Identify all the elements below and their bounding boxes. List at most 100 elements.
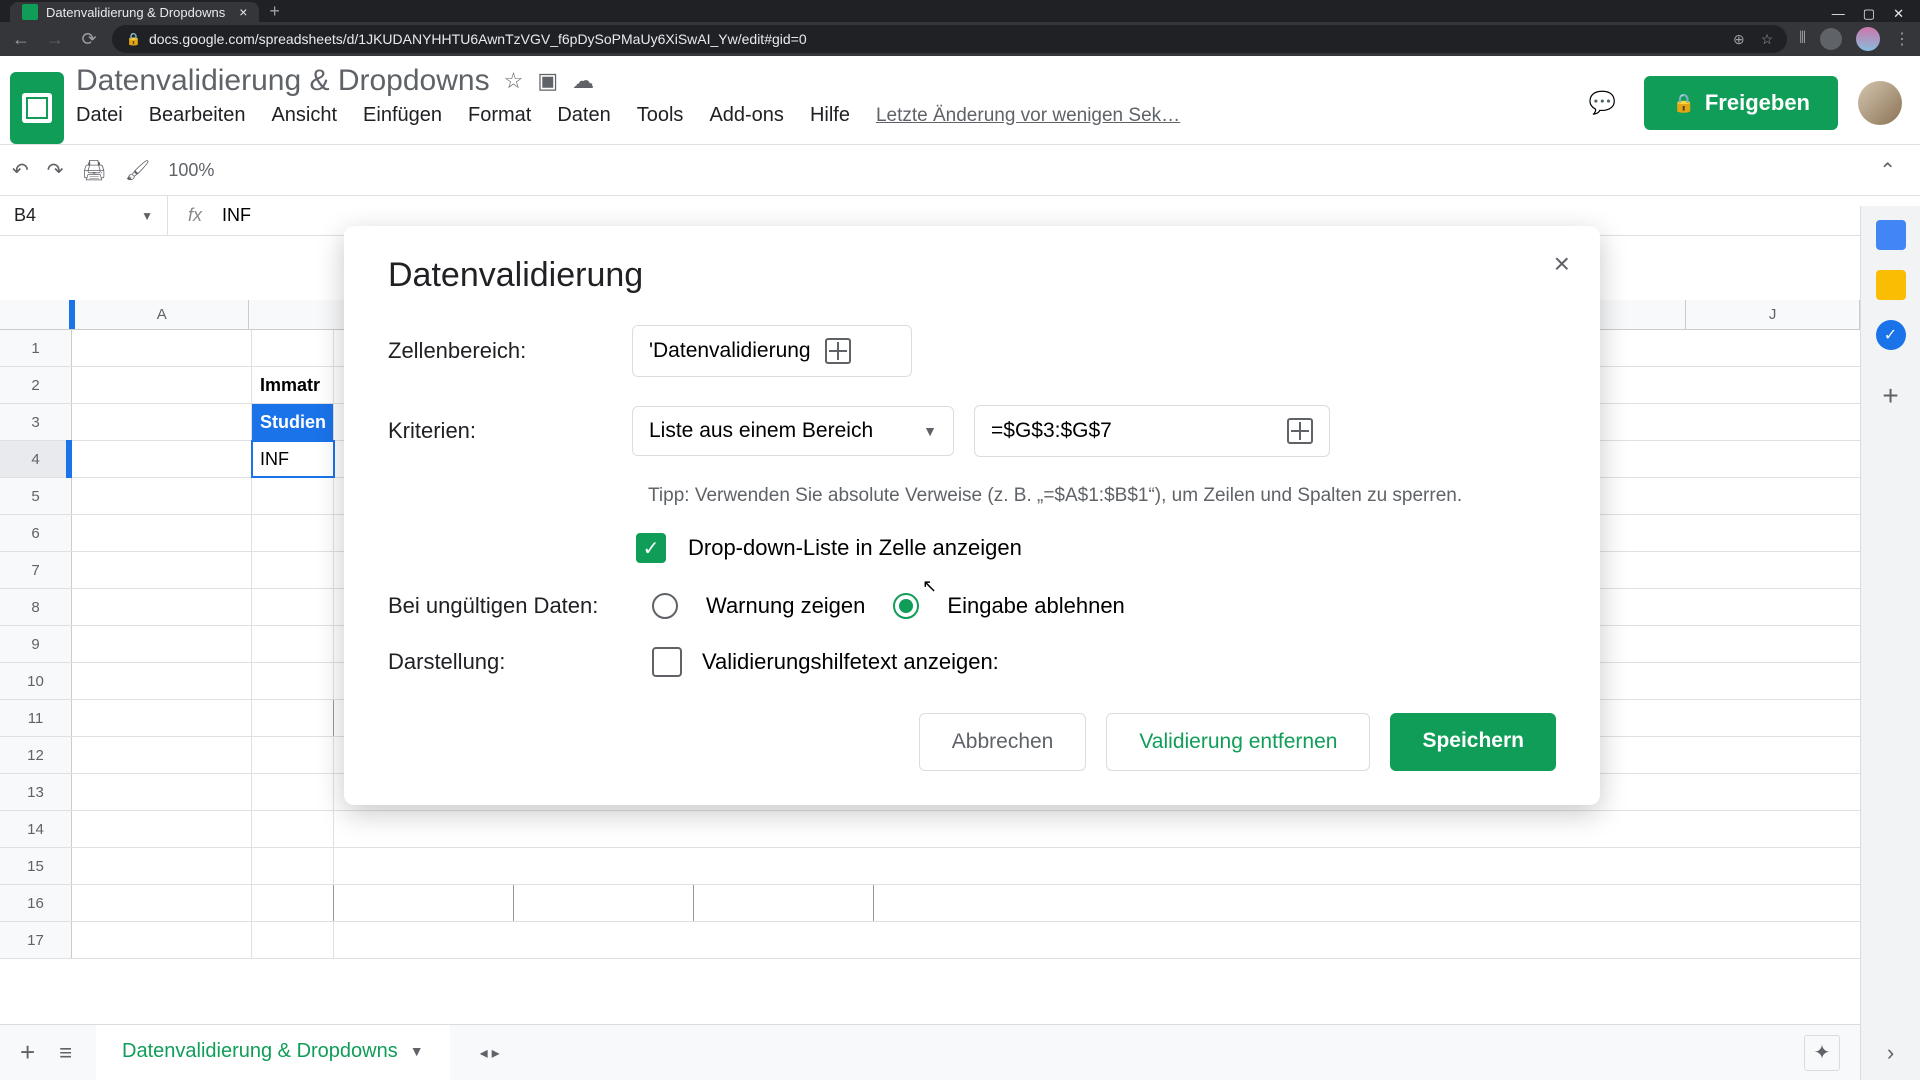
calendar-icon[interactable]: [1876, 220, 1906, 250]
row-header[interactable]: 9: [0, 626, 72, 662]
redo-icon[interactable]: ↷: [47, 158, 64, 183]
row-header[interactable]: 12: [0, 737, 72, 773]
cell[interactable]: [252, 737, 334, 773]
tasks-icon[interactable]: [1876, 320, 1906, 350]
cell[interactable]: [72, 626, 252, 662]
cell[interactable]: [252, 330, 334, 366]
profile-avatar-small[interactable]: [1856, 27, 1880, 51]
cell[interactable]: [252, 478, 334, 514]
cell[interactable]: [72, 737, 252, 773]
cell-range-input[interactable]: 'Datenvalidierung: [632, 325, 912, 377]
sheets-logo[interactable]: [10, 72, 64, 144]
move-icon[interactable]: ▣: [537, 68, 558, 94]
cell-b4[interactable]: INF: [252, 441, 334, 477]
cell[interactable]: [334, 885, 514, 921]
radio-show-warning[interactable]: [652, 593, 678, 619]
reload-button[interactable]: ⟳: [78, 29, 100, 50]
undo-icon[interactable]: ↶: [12, 158, 29, 183]
row-header[interactable]: 5: [0, 478, 72, 514]
cell[interactable]: [72, 700, 252, 736]
cell[interactable]: [72, 811, 252, 847]
cell[interactable]: [252, 811, 334, 847]
row-header[interactable]: 1: [0, 330, 72, 366]
toolbar-expand-icon[interactable]: ⌃: [1879, 158, 1896, 183]
cell[interactable]: [252, 885, 334, 921]
row-header[interactable]: 7: [0, 552, 72, 588]
cell-b3[interactable]: Studien: [252, 404, 334, 440]
criteria-type-select[interactable]: Liste aus einem Bereich ▼: [632, 406, 954, 456]
all-sheets-button[interactable]: ≡: [59, 1040, 72, 1066]
zoom-select[interactable]: 100%: [168, 160, 214, 181]
cell[interactable]: [252, 700, 334, 736]
tab-scroll-right-icon[interactable]: ▸: [492, 1043, 500, 1063]
cell[interactable]: [252, 589, 334, 625]
star-icon[interactable]: ☆: [504, 68, 524, 94]
row-header[interactable]: 15: [0, 848, 72, 884]
column-header-j[interactable]: J: [1686, 300, 1860, 329]
cell[interactable]: [694, 885, 874, 921]
column-header-a[interactable]: A: [75, 300, 249, 329]
paint-format-icon[interactable]: 🖌: [125, 158, 150, 183]
save-button[interactable]: Speichern: [1390, 713, 1556, 771]
range-picker-icon[interactable]: [1287, 418, 1313, 444]
row-header[interactable]: 10: [0, 663, 72, 699]
range-picker-icon[interactable]: [825, 338, 851, 364]
cell[interactable]: [72, 441, 252, 477]
cell[interactable]: [252, 922, 334, 958]
cell[interactable]: [72, 367, 252, 403]
radio-reject-input[interactable]: [893, 593, 919, 619]
window-minimize-icon[interactable]: —: [1832, 6, 1845, 22]
cell[interactable]: [72, 404, 252, 440]
cell[interactable]: [72, 589, 252, 625]
show-dropdown-checkbox[interactable]: ✓: [636, 533, 666, 563]
explore-button[interactable]: ✦: [1804, 1035, 1840, 1071]
menu-file[interactable]: Datei: [76, 104, 123, 127]
new-tab-button[interactable]: +: [259, 1, 290, 22]
cell[interactable]: [252, 552, 334, 588]
menu-help[interactable]: Hilfe: [810, 104, 850, 127]
chevron-down-icon[interactable]: ▼: [410, 1043, 424, 1059]
cell[interactable]: [72, 515, 252, 551]
cell[interactable]: [72, 478, 252, 514]
cell-b2[interactable]: Immatr: [252, 367, 334, 403]
extensions-icon[interactable]: ⫴: [1799, 30, 1806, 48]
forward-button[interactable]: →: [44, 29, 66, 50]
row-header[interactable]: 13: [0, 774, 72, 810]
remove-validation-button[interactable]: Validierung entfernen: [1106, 713, 1370, 771]
formula-value[interactable]: INF: [222, 205, 251, 226]
cell[interactable]: [514, 885, 694, 921]
back-button[interactable]: ←: [10, 29, 32, 50]
menu-edit[interactable]: Bearbeiten: [149, 104, 246, 127]
menu-view[interactable]: Ansicht: [271, 104, 337, 127]
row-header[interactable]: 3: [0, 404, 72, 440]
menu-insert[interactable]: Einfügen: [363, 104, 442, 127]
row-header[interactable]: 4: [0, 441, 72, 477]
collapse-sidepanel-icon[interactable]: ›: [1887, 1040, 1894, 1066]
cell[interactable]: [72, 922, 252, 958]
print-icon[interactable]: 🖨: [82, 158, 107, 183]
zoom-icon[interactable]: ⊕: [1733, 31, 1745, 48]
last-edit-link[interactable]: Letzte Änderung vor wenigen Sek…: [876, 105, 1180, 127]
cell[interactable]: [72, 885, 252, 921]
comments-button[interactable]: 💬: [1580, 81, 1624, 125]
browser-tab[interactable]: Datenvalidierung & Dropdowns ×: [10, 2, 259, 22]
menu-data[interactable]: Daten: [557, 104, 610, 127]
criteria-range-input[interactable]: =$G$3:$G$7: [974, 405, 1330, 457]
cell[interactable]: [252, 774, 334, 810]
row-header[interactable]: 16: [0, 885, 72, 921]
cell[interactable]: [72, 552, 252, 588]
cell[interactable]: [72, 774, 252, 810]
document-title[interactable]: Datenvalidierung & Dropdowns: [76, 64, 490, 98]
cell[interactable]: [72, 330, 252, 366]
cloud-status-icon[interactable]: ☁: [572, 68, 594, 94]
cancel-button[interactable]: Abbrechen: [919, 713, 1087, 771]
address-bar[interactable]: 🔒 docs.google.com/spreadsheets/d/1JKUDAN…: [112, 25, 1787, 53]
name-box[interactable]: B4 ▼: [0, 196, 168, 235]
row-header[interactable]: 17: [0, 922, 72, 958]
tab-scroll-left-icon[interactable]: ◂: [480, 1043, 488, 1063]
add-addon-icon[interactable]: +: [1882, 380, 1898, 412]
bookmark-icon[interactable]: ☆: [1761, 31, 1774, 48]
account-avatar[interactable]: [1858, 81, 1902, 125]
window-close-icon[interactable]: ✕: [1893, 6, 1904, 22]
browser-menu-icon[interactable]: ⋮: [1894, 29, 1910, 49]
